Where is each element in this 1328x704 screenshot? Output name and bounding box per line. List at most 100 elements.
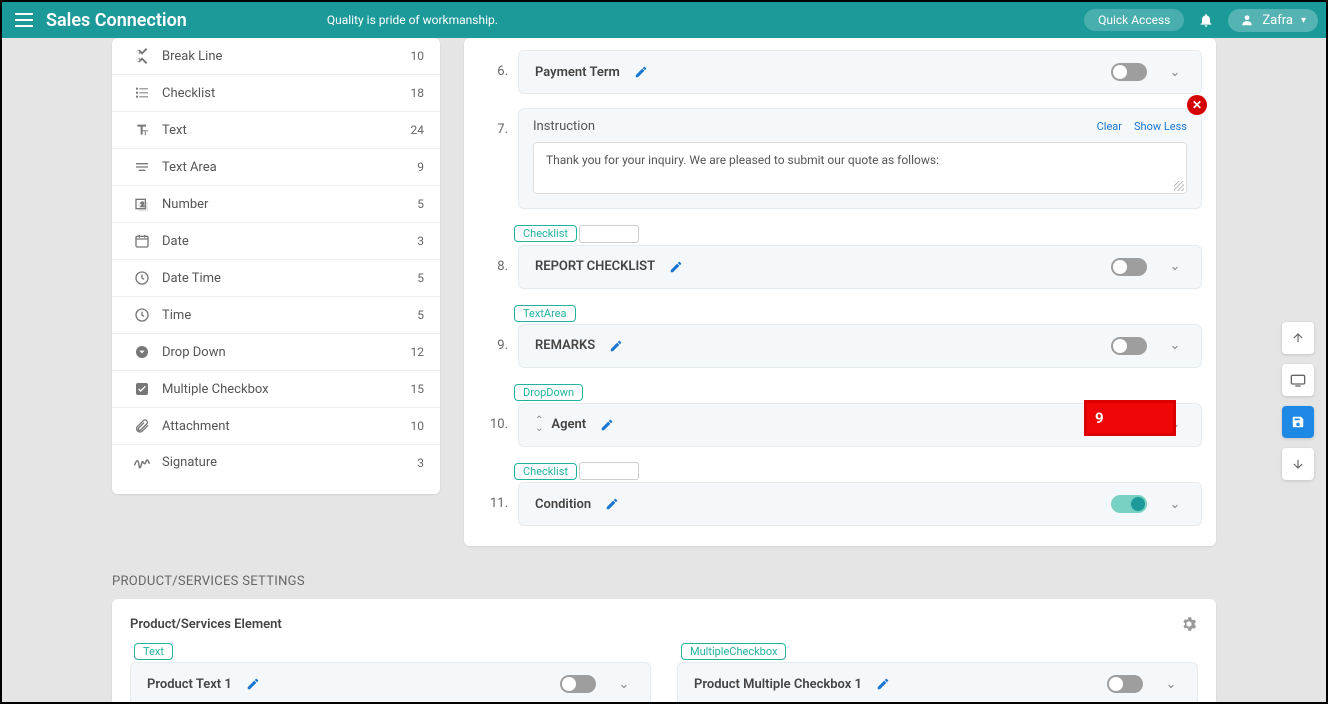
sidebar-item-textarea[interactable]: Text Area9 [112,149,440,186]
field-title: REMARKS [535,338,595,353]
edit-icon[interactable] [609,339,623,353]
ps-card-product-text-1[interactable]: Product Text 1 ⌄ [130,662,651,702]
field-type-tag: DropDown [514,384,583,401]
sidebar-item-count: 15 [411,382,425,396]
field-card-condition[interactable]: Condition ⌄ [518,482,1202,526]
field-toggle[interactable] [1111,495,1147,513]
field-type-tag: Checklist [514,225,577,242]
chevron-down-icon[interactable]: ⌄ [1165,259,1185,274]
tag-input[interactable] [579,225,639,243]
clock-icon [128,307,156,323]
field-title: Instruction [533,119,595,134]
chevron-down-icon[interactable]: ⌄ [614,677,634,692]
ps-toggle[interactable] [1107,675,1143,693]
field-number: 6. [478,50,508,79]
ps-card-product-multicheckbox-1[interactable]: Product Multiple Checkbox 1 ⌄ [677,662,1198,702]
sidebar-item-break-line[interactable]: Break Line10 [112,38,440,75]
field-title: Agent [551,417,586,432]
sidebar-item-text[interactable]: Text24 [112,112,440,149]
sidebar-item-date[interactable]: Date3 [112,223,440,260]
sidebar-item-label: Break Line [156,49,411,64]
sidebar-item-label: Checklist [156,86,411,101]
tag-input[interactable] [579,462,639,480]
attachment-icon [128,418,156,434]
sidebar-item-label: Text [156,123,411,138]
ps-toggle[interactable] [560,675,596,693]
close-icon[interactable]: ✕ [1187,95,1207,115]
field-card-remarks[interactable]: REMARKS ⌄ [518,324,1202,368]
checkbox-icon [128,381,156,397]
field-toggle[interactable] [1111,258,1147,276]
sidebar-item-attachment[interactable]: Attachment10 [112,408,440,445]
field-toggle[interactable] [1111,63,1147,81]
instruction-textarea[interactable]: Thank you for your inquiry. We are pleas… [533,142,1187,194]
field-number: 7. [478,108,508,137]
field-type-sidebar: Break Line10 Checklist18 Text24 Text Are… [112,38,440,494]
field-number: 11. [478,482,508,511]
edit-icon[interactable] [246,677,260,691]
field-title: REPORT CHECKLIST [535,259,655,274]
field-row-6: 6. Payment Term ⌄ [478,50,1202,94]
field-card-report-checklist[interactable]: REPORT CHECKLIST ⌄ [518,245,1202,289]
gear-icon[interactable] [1180,615,1198,633]
chevron-down-icon[interactable]: ⌄ [1161,677,1181,692]
field-title: Payment Term [535,65,620,80]
scroll-up-button[interactable] [1282,322,1314,354]
save-button[interactable] [1282,406,1314,438]
scroll-down-button[interactable] [1282,448,1314,480]
hamburger-menu-icon[interactable] [10,13,38,27]
calendar-icon [128,233,156,249]
field-toggle[interactable] [1111,416,1147,434]
edit-icon[interactable] [605,497,619,511]
user-menu[interactable]: Zafra ▾ [1228,9,1318,32]
quick-access-button[interactable]: Quick Access [1084,9,1184,31]
sidebar-item-time[interactable]: Time5 [112,297,440,334]
field-card-agent[interactable]: ⌃⌄ Agent ⌄ [518,403,1202,447]
clock-icon [128,270,156,286]
edit-icon[interactable] [634,65,648,79]
sidebar-item-count: 9 [417,160,424,174]
field-row-10: 10. ⌃⌄ Agent ⌄ 9 [478,403,1202,447]
sidebar-item-label: Signature [156,455,417,470]
edit-icon[interactable] [669,260,683,274]
slogan-text: Quality is pride of workmanship. [327,13,498,27]
sidebar-item-signature[interactable]: Signature3 [112,445,440,494]
chevron-down-icon[interactable]: ⌄ [1165,497,1185,512]
field-toggle[interactable] [1111,337,1147,355]
chevron-down-icon[interactable]: ⌄ [1165,417,1185,432]
show-less-link[interactable]: Show Less [1134,120,1187,133]
section-heading: PRODUCT/SERVICES SETTINGS [112,574,1216,589]
ps-type-tag: MultipleCheckbox [681,643,786,660]
field-title: Condition [535,497,591,512]
field-number: 9. [478,324,508,353]
sidebar-item-label: Date Time [156,271,417,286]
sidebar-item-label: Multiple Checkbox [156,382,411,397]
product-services-panel: Product/Services Element Text Product Te… [112,599,1216,702]
number-icon: 2 [128,196,156,212]
fields-panel: 6. Payment Term ⌄ 7. [464,38,1216,546]
sidebar-item-dropdown[interactable]: Drop Down12 [112,334,440,371]
sidebar-item-datetime[interactable]: Date Time5 [112,260,440,297]
floating-action-bar [1282,322,1314,480]
sidebar-item-number[interactable]: 2Number5 [112,186,440,223]
edit-icon[interactable] [600,418,614,432]
sidebar-item-count: 24 [411,123,425,137]
sort-handle-icon[interactable]: ⌃⌄ [535,417,543,433]
sidebar-item-count: 5 [417,271,424,285]
notification-bell-icon[interactable] [1198,12,1214,28]
chevron-down-icon[interactable]: ⌄ [1165,65,1185,80]
preview-button[interactable] [1282,364,1314,396]
edit-icon[interactable] [876,677,890,691]
clear-link[interactable]: Clear [1097,120,1122,133]
sidebar-item-multicheckbox[interactable]: Multiple Checkbox15 [112,371,440,408]
ps-type-tag: Text [134,643,173,660]
sidebar-item-checklist[interactable]: Checklist18 [112,75,440,112]
textarea-icon [128,159,156,175]
chevron-down-icon[interactable]: ⌄ [1165,338,1185,353]
resize-handle-icon[interactable] [1174,181,1184,191]
ps-title: Product Multiple Checkbox 1 [694,677,862,692]
brand-title: Sales Connection [46,10,187,31]
field-card-payment-term[interactable]: Payment Term ⌄ [518,50,1202,94]
field-card-instruction: ✕ Instruction Clear Show Less Thank [518,108,1202,209]
sidebar-item-label: Number [156,197,417,212]
